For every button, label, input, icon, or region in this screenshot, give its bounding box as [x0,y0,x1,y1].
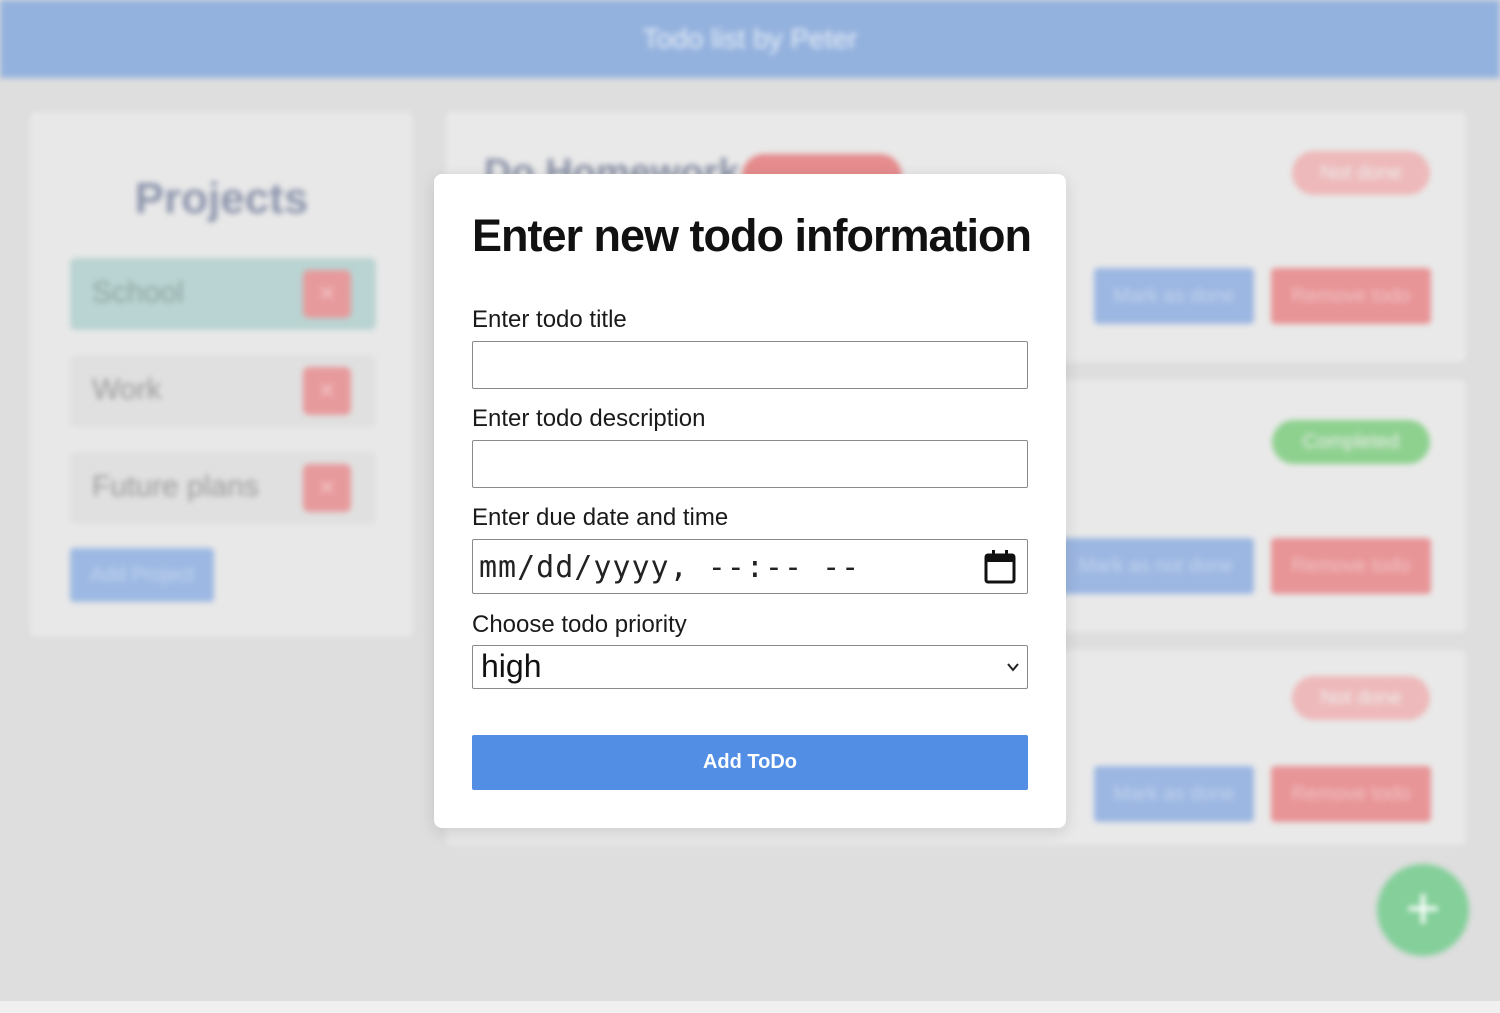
project-item-future-plans[interactable]: Future plans ✕ [70,452,376,524]
app-title: Todo list by Peter [642,23,858,54]
status-badge: Not done [1292,151,1430,195]
trash-icon: ✕ [317,475,337,500]
chevron-down-icon [1007,663,1019,672]
delete-project-button[interactable]: ✕ [303,367,351,415]
status-badge: Not done [1292,676,1430,720]
todo-description-input[interactable] [472,440,1028,488]
delete-project-button[interactable]: ✕ [303,464,351,512]
delete-project-button[interactable]: ✕ [303,270,351,318]
app-header: Todo list by Peter [0,0,1500,78]
due-datetime-input[interactable]: mm/dd/yyyy, --:-- -- [472,539,1028,594]
modal-title: Enter new todo information [472,210,1032,261]
todo-title-label: Enter todo title [472,306,627,333]
footer-strip [0,1001,1500,1013]
project-label: School [92,276,184,309]
status-badge: Completed [1272,420,1430,464]
mark-not-done-button[interactable]: Mark as not done [1058,538,1254,594]
project-item-work[interactable]: Work ✕ [70,355,376,427]
todo-description-label: Enter todo description [472,405,706,432]
priority-label: Choose todo priority [472,611,687,638]
due-date-label: Enter due date and time [472,504,729,531]
add-project-button[interactable]: Add Project [70,548,214,602]
plus-icon: + [1405,875,1441,942]
calendar-icon[interactable] [983,549,1017,585]
project-label: Work [92,373,162,406]
project-label: Future plans [92,470,259,503]
trash-icon: ✕ [317,281,337,306]
sidebar-title: Projects [134,174,309,223]
project-item-school[interactable]: School ✕ [70,258,376,330]
priority-select[interactable]: high [472,645,1028,689]
remove-todo-button[interactable]: Remove todo [1271,538,1431,594]
trash-icon: ✕ [317,378,337,403]
remove-todo-button[interactable]: Remove todo [1271,766,1431,822]
due-datetime-placeholder: mm/dd/yyyy, --:-- -- [479,550,861,585]
remove-todo-button[interactable]: Remove todo [1271,268,1431,324]
projects-sidebar: Projects School ✕ Work ✕ Future plans ✕ … [30,112,413,637]
todo-title-input[interactable] [472,341,1028,389]
mark-done-button[interactable]: Mark as done [1094,766,1254,822]
new-todo-modal: Enter new todo information Enter todo ti… [434,174,1066,828]
priority-selected-value: high [481,648,542,684]
mark-done-button[interactable]: Mark as done [1094,268,1254,324]
add-todo-button[interactable]: Add ToDo [472,735,1028,790]
add-todo-fab[interactable]: + [1377,864,1469,956]
